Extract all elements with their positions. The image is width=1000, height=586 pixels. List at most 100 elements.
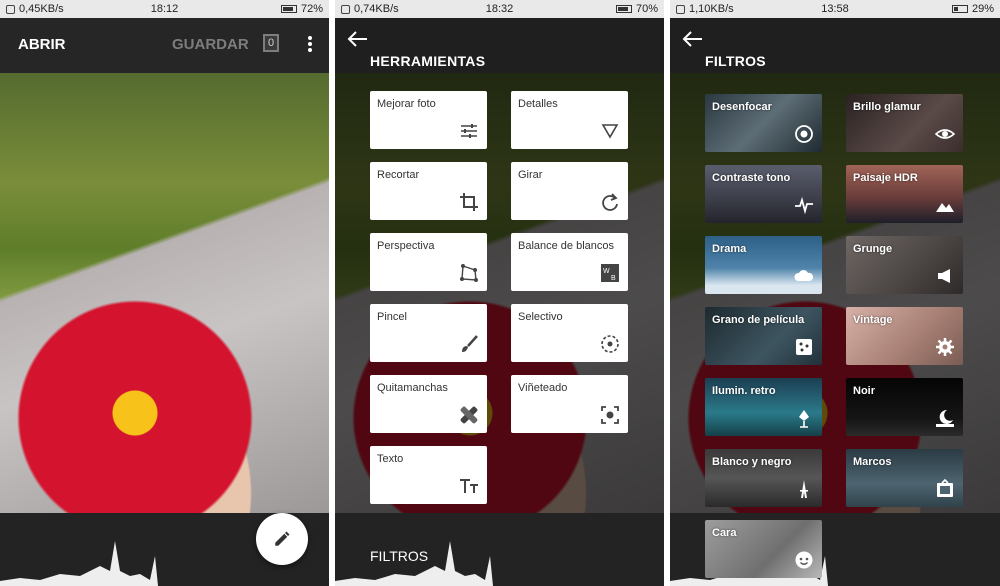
battery-icon bbox=[951, 5, 968, 13]
filter-label: Desenfocar bbox=[712, 101, 772, 113]
text-icon bbox=[460, 479, 478, 493]
eye-icon bbox=[935, 129, 955, 139]
vignette-icon bbox=[601, 406, 619, 424]
tool-pincel[interactable]: Pincel bbox=[370, 304, 487, 362]
filter-label: Noir bbox=[853, 385, 875, 397]
status-bar: 0,45KB/s 18:12 72% bbox=[0, 0, 329, 18]
megaphone-icon bbox=[938, 269, 950, 283]
tool-mejorar-foto[interactable]: Mejorar foto bbox=[370, 91, 487, 149]
selective-icon bbox=[601, 335, 619, 353]
tools-header: HERRAMIENTAS bbox=[335, 18, 664, 73]
filter-label: Brillo glamur bbox=[853, 101, 921, 113]
status-time: 13:58 bbox=[821, 3, 849, 15]
tool-texto[interactable]: Texto bbox=[370, 446, 487, 504]
crop-icon bbox=[460, 193, 478, 211]
filter-contraste-tono[interactable]: Contraste tono bbox=[705, 165, 822, 223]
filter-marcos[interactable]: Marcos bbox=[846, 449, 963, 507]
battery-level: 72% bbox=[300, 3, 323, 15]
edit-fab-button[interactable] bbox=[256, 513, 308, 565]
retro-icon bbox=[799, 410, 809, 428]
filter-blanco-negro[interactable]: Blanco y negro bbox=[705, 449, 822, 507]
filter-label: Vintage bbox=[853, 314, 893, 326]
tool-label: Texto bbox=[377, 453, 404, 465]
moon-icon bbox=[936, 409, 954, 427]
tool-quitamanchas[interactable]: Quitamanchas bbox=[370, 375, 487, 433]
filter-label: Cara bbox=[712, 527, 737, 539]
filter-brillo-glamur[interactable]: Brillo glamur bbox=[846, 94, 963, 152]
notification-icon bbox=[6, 4, 15, 14]
battery-level: 29% bbox=[971, 3, 994, 15]
photo-preview bbox=[0, 73, 329, 513]
triangle-icon bbox=[601, 124, 619, 139]
screen-editor: 0,45KB/s 18:12 72% ABRIR GUARDAR 0 bbox=[0, 0, 329, 586]
filter-label: Grano de película bbox=[712, 314, 805, 326]
tool-label: Selectivo bbox=[518, 311, 563, 323]
tool-vineteado[interactable]: Viñeteado bbox=[511, 375, 628, 433]
pulse-icon bbox=[795, 196, 813, 215]
filter-grunge[interactable]: Grunge bbox=[846, 236, 963, 294]
filter-paisaje-hdr[interactable]: Paisaje HDR bbox=[846, 165, 963, 223]
mountain-icon bbox=[936, 203, 954, 212]
tool-girar[interactable]: Girar bbox=[511, 162, 628, 220]
filter-grano-pelicula[interactable]: Grano de película bbox=[705, 307, 822, 365]
status-time: 18:32 bbox=[485, 3, 514, 15]
tool-detalles[interactable]: Detalles bbox=[511, 91, 628, 149]
status-bar: 1,10KB/s 13:58 29% bbox=[670, 0, 1000, 18]
tool-label: Pincel bbox=[377, 311, 407, 323]
wb-icon: WB bbox=[601, 264, 619, 282]
sliders-icon bbox=[461, 124, 477, 138]
cloud-icon bbox=[794, 270, 814, 281]
filter-ilumin-retro[interactable]: Ilumin. retro bbox=[705, 378, 822, 436]
healing-icon bbox=[460, 406, 478, 424]
perspective-icon bbox=[460, 264, 478, 282]
network-speed: 0,74KB/s bbox=[354, 3, 399, 15]
eiffel-icon bbox=[800, 480, 808, 498]
film-grain-icon bbox=[796, 339, 812, 355]
page-title: HERRAMIENTAS bbox=[370, 53, 486, 69]
more-options-icon[interactable] bbox=[303, 34, 317, 56]
tool-balance-blancos[interactable]: Balance de blancos WB bbox=[511, 233, 628, 291]
screen-filters: 1,10KB/s 13:58 29% FILTROS Desenfocar Br… bbox=[670, 0, 1000, 586]
tool-recortar[interactable]: Recortar bbox=[370, 162, 487, 220]
filter-noir[interactable]: Noir bbox=[846, 378, 963, 436]
svg-text:W: W bbox=[603, 268, 610, 275]
face-icon bbox=[795, 551, 813, 569]
tool-perspectiva[interactable]: Perspectiva bbox=[370, 233, 487, 291]
status-time: 18:12 bbox=[150, 3, 179, 15]
back-arrow-icon[interactable] bbox=[682, 30, 704, 48]
tool-label: Girar bbox=[518, 169, 543, 181]
battery-level: 70% bbox=[635, 3, 658, 15]
page-title: FILTROS bbox=[705, 53, 766, 69]
open-button[interactable]: ABRIR bbox=[18, 36, 66, 53]
save-button[interactable]: GUARDAR bbox=[172, 36, 249, 53]
target-icon bbox=[795, 125, 813, 143]
filter-drama[interactable]: Drama bbox=[705, 236, 822, 294]
tool-label: Recortar bbox=[377, 169, 420, 181]
filter-label: Paisaje HDR bbox=[853, 172, 918, 184]
tool-selectivo[interactable]: Selectivo bbox=[511, 304, 628, 362]
notification-icon bbox=[341, 4, 350, 14]
tool-label: Mejorar foto bbox=[377, 98, 436, 110]
svg-text:B: B bbox=[611, 275, 616, 282]
filter-desenfocar[interactable]: Desenfocar bbox=[705, 94, 822, 152]
filter-label: Contraste tono bbox=[712, 172, 791, 184]
filter-cara[interactable]: Cara bbox=[705, 520, 822, 578]
filter-label: Ilumin. retro bbox=[712, 385, 776, 397]
filter-label: Drama bbox=[712, 243, 747, 255]
filters-tab[interactable]: FILTROS bbox=[370, 548, 428, 564]
network-speed: 0,45KB/s bbox=[19, 3, 64, 15]
status-bar: 0,74KB/s 18:32 70% bbox=[335, 0, 664, 18]
frame-icon bbox=[937, 479, 953, 497]
battery-icon bbox=[615, 5, 632, 13]
gear-icon bbox=[936, 338, 954, 356]
pencil-icon bbox=[275, 531, 290, 546]
tool-label: Balance de blancos bbox=[518, 240, 615, 252]
filter-vintage[interactable]: Vintage bbox=[846, 307, 963, 365]
edit-count-badge[interactable]: 0 bbox=[263, 34, 279, 52]
filter-label: Grunge bbox=[853, 243, 893, 255]
back-arrow-icon[interactable] bbox=[347, 30, 369, 48]
tool-label: Quitamanchas bbox=[377, 382, 448, 394]
tool-label: Detalles bbox=[518, 98, 558, 110]
screen-tools: 0,74KB/s 18:32 70% HERRAMIENTAS Mejorar … bbox=[335, 0, 664, 586]
filter-label: Blanco y negro bbox=[712, 456, 792, 468]
